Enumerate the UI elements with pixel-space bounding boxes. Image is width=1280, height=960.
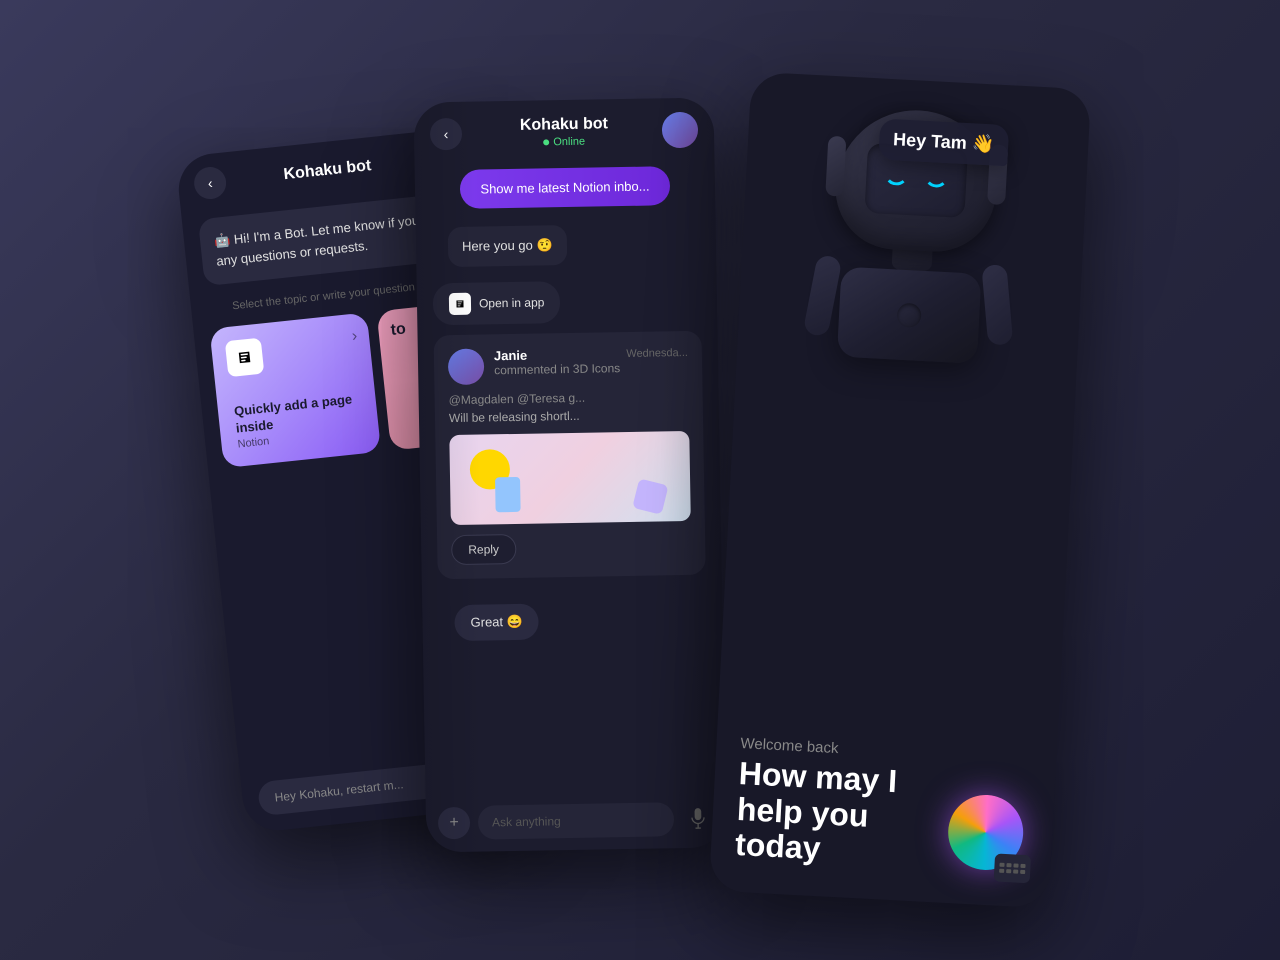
welcome-row: Welcome back How may I help you today (734, 735, 1032, 877)
notion-card[interactable]: › Quickly add a page inside Notion (209, 313, 381, 469)
robot-ear-left (825, 136, 846, 197)
notif-mentions: @Magdalen @Teresa g... (449, 389, 689, 407)
user-message-text: Show me latest Notion inbo... (460, 166, 670, 209)
notif-info: Janie Wednesda... commented in 3D Icons (494, 345, 688, 377)
add-button[interactable]: + (438, 807, 471, 840)
notif-text: Will be releasing shortl... (449, 407, 689, 425)
notif-avatar (448, 348, 485, 385)
online-dot (543, 139, 549, 145)
reply-button[interactable]: Reply (451, 534, 516, 565)
robot-neck (892, 249, 933, 271)
kb-key (999, 869, 1004, 873)
notif-time: Wednesda... (626, 346, 688, 359)
robot-arm-right (981, 264, 1013, 346)
ask-input[interactable]: Ask anything (478, 802, 675, 839)
status-text: Online (553, 136, 585, 149)
kb-key (1006, 869, 1011, 873)
image-shape-2 (632, 478, 668, 514)
bot-reply: Here you go 🤨 (448, 225, 567, 267)
left-input-text: Hey Kohaku, restart m... (274, 777, 404, 804)
keyboard-icon[interactable] (994, 853, 1031, 883)
kb-key (1020, 870, 1025, 874)
notif-header: Janie Wednesda... commented in 3D Icons (448, 345, 689, 385)
open-in-app-label: Open in app (479, 295, 545, 310)
right-screen: Hey Tam 👋 (709, 72, 1091, 909)
left-screen-title: Kohaku bot (283, 157, 372, 184)
robot-arm-left (803, 254, 843, 337)
left-back-button[interactable]: ‹ (193, 165, 228, 200)
mid-screen-title: Kohaku bot (430, 114, 698, 137)
hey-tam-bubble: Hey Tam 👋 (878, 118, 1009, 166)
right-screen-inner: Hey Tam 👋 (709, 72, 1091, 909)
middle-input-row: + Ask anything (438, 802, 715, 841)
keyboard-keys (999, 863, 1025, 874)
great-label: Great 😄 (470, 614, 523, 631)
kb-key (1013, 863, 1018, 867)
screens-container: ‹ Kohaku bot 🤖 Hi! I'm a Bot. Let me kno… (190, 80, 1090, 880)
how-may-help-text: How may I help you today (734, 756, 941, 872)
notion-icon-sm (449, 293, 471, 315)
great-button[interactable]: Great 😄 (454, 604, 539, 641)
kb-key (1020, 864, 1025, 868)
notion-icon (225, 338, 265, 378)
kb-key (1013, 869, 1018, 873)
notif-name: Janie (494, 348, 528, 364)
online-badge: Online (430, 134, 698, 151)
notif-action: commented in 3D Icons (494, 360, 688, 377)
robot-torso (837, 267, 982, 364)
notif-image (449, 431, 691, 525)
open-in-app-button[interactable]: Open in app (433, 281, 561, 325)
kb-key (999, 863, 1004, 867)
mic-button[interactable] (682, 803, 715, 836)
hey-tam-text: Hey Tam 👋 (893, 129, 995, 154)
robot-body: Hey Tam 👋 (827, 106, 1000, 364)
middle-screen: ‹ Kohaku bot Online Show me latest Notio… (413, 97, 726, 852)
input-placeholder: Ask anything (492, 814, 561, 829)
kb-key (1006, 863, 1011, 867)
user-message-bubble: Show me latest Notion inbo... (431, 166, 700, 210)
mid-title-block: Kohaku bot Online (430, 114, 699, 151)
card-arrow: › (351, 328, 358, 346)
image-shape-3 (495, 477, 521, 512)
middle-header: ‹ Kohaku bot Online (413, 97, 714, 160)
robot-eye-left (884, 173, 909, 186)
robot-chest-button (897, 303, 922, 328)
robot-eye-right (924, 175, 949, 188)
notification-card: Janie Wednesda... commented in 3D Icons … (434, 331, 706, 580)
welcome-text-block: Welcome back How may I help you today (734, 735, 942, 872)
robot-section: Hey Tam 👋 (718, 72, 1091, 732)
